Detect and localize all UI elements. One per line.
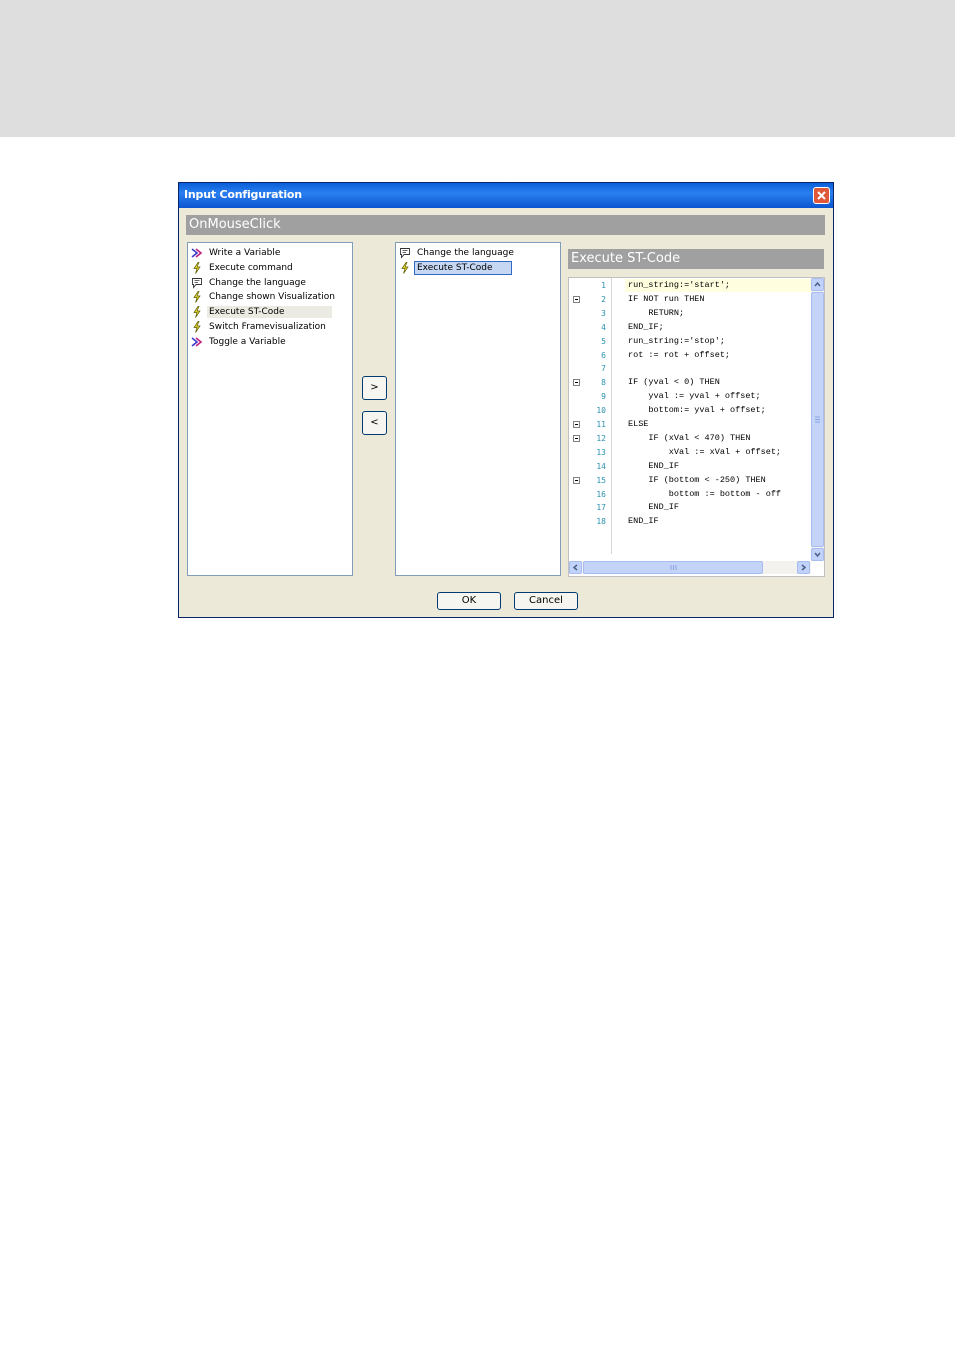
list-item-label: Change the language xyxy=(417,248,514,258)
fold-toggle-icon[interactable] xyxy=(573,295,580,303)
code-line: rot := rot + offset; xyxy=(628,349,731,360)
code-line: bottom:= yval + offset; xyxy=(628,405,766,416)
variable-arrow-icon xyxy=(191,247,203,259)
list-item-label: Change the language xyxy=(209,277,306,288)
page-header-band xyxy=(0,0,955,137)
code-line: run_string:='start'; xyxy=(628,280,731,290)
lightning-icon xyxy=(191,306,203,318)
fold-toggle-icon[interactable] xyxy=(573,379,580,387)
line-number: 3 xyxy=(601,308,606,318)
remove-action-button[interactable]: < xyxy=(362,411,387,435)
code-line: END_IF xyxy=(628,502,680,513)
code-line: END_IF xyxy=(628,516,659,527)
scroll-down-button[interactable] xyxy=(811,548,824,561)
code-line: IF NOT run THEN xyxy=(628,293,705,304)
line-number: 7 xyxy=(601,364,606,374)
line-number: 18 xyxy=(596,517,606,527)
line-number-gutter: 1 2 3 4 5 6 7 8 9 10 11 12 13 14 15 16 17 18 xyxy=(569,278,612,554)
speech-bubble-icon xyxy=(191,277,203,289)
fold-toggle-icon[interactable] xyxy=(573,476,580,484)
list-item-label: Toggle a Variable xyxy=(209,336,286,347)
line-number: 17 xyxy=(596,503,606,513)
line-number: 13 xyxy=(596,447,606,457)
chevron-down-icon xyxy=(814,552,821,558)
line-number: 5 xyxy=(601,336,606,346)
input-configuration-dialog: Input Configuration OnMouseClick Write a… xyxy=(178,182,834,618)
fold-toggle-icon[interactable] xyxy=(573,421,580,428)
grip-icon xyxy=(670,565,677,570)
vertical-scroll-thumb[interactable] xyxy=(811,292,824,547)
list-item-label: Write a Variable xyxy=(209,248,281,258)
fold-toggle-icon[interactable] xyxy=(573,434,580,442)
vertical-scrollbar[interactable] xyxy=(811,278,824,561)
scroll-up-button[interactable] xyxy=(811,278,824,291)
line-number: 4 xyxy=(601,322,606,332)
cancel-button[interactable]: Cancel xyxy=(514,592,578,610)
available-actions-list[interactable]: Write a Variable Execute command Change th… xyxy=(187,242,353,576)
code-line: yval := yval + offset; xyxy=(628,391,761,402)
dialog-title: Input Configuration xyxy=(184,188,302,201)
line-number: 1 xyxy=(601,281,606,290)
lightning-icon xyxy=(191,321,203,333)
code-line: END_IF; xyxy=(628,321,664,332)
scroll-right-button[interactable] xyxy=(797,561,810,574)
configured-actions-list[interactable]: Change the language Execute ST-Code xyxy=(395,242,561,576)
line-number: 16 xyxy=(596,489,606,499)
horizontal-scrollbar[interactable] xyxy=(569,561,811,574)
st-code-editor[interactable]: 1 2 3 4 5 6 7 8 9 10 11 12 13 14 15 16 17 18 run_string:=… xyxy=(568,277,825,577)
ok-button[interactable]: OK xyxy=(437,592,501,610)
close-icon xyxy=(817,191,826,200)
chevron-left-icon xyxy=(572,564,578,571)
chevron-right-icon xyxy=(801,564,807,571)
list-item-label: Change shown Visualization xyxy=(209,292,335,303)
line-number: 6 xyxy=(601,350,606,360)
code-area[interactable]: run_string:='start'; IF NOT run THEN RETU… xyxy=(611,278,811,554)
horizontal-scroll-thumb[interactable] xyxy=(583,561,763,574)
code-line: IF (xVal < 470) THEN xyxy=(628,432,751,443)
lightning-icon xyxy=(191,291,203,304)
code-line: RETURN; xyxy=(628,307,685,318)
speech-bubble-icon xyxy=(399,247,411,259)
close-button[interactable] xyxy=(813,187,830,204)
line-number: 9 xyxy=(601,392,606,402)
list-item-label: Execute ST-Code xyxy=(207,306,332,319)
chevron-up-icon xyxy=(814,281,821,287)
scroll-left-button[interactable] xyxy=(569,561,582,574)
event-header: OnMouseClick xyxy=(186,215,825,235)
code-line: xVal := xVal + offset; xyxy=(628,446,782,457)
list-item-label: Execute command xyxy=(209,262,293,273)
code-header: Execute ST-Code xyxy=(568,249,824,269)
add-action-button[interactable]: > xyxy=(362,376,387,400)
code-line: END_IF xyxy=(628,460,680,471)
line-number: 10 xyxy=(596,406,606,416)
code-line: bottom := bottom - off xyxy=(628,488,782,499)
list-item-label: Execute ST-Code xyxy=(414,260,512,275)
code-line: IF (bottom < -250) THEN xyxy=(628,474,766,485)
title-bar[interactable]: Input Configuration xyxy=(179,183,833,208)
line-number: 14 xyxy=(596,461,606,471)
code-line: IF (yval < 0) THEN xyxy=(628,377,720,388)
code-line: run_string:='stop'; xyxy=(628,335,725,346)
lightning-icon xyxy=(191,261,203,274)
list-item-label: Switch Framevisualization xyxy=(209,322,326,332)
code-line: ELSE xyxy=(628,419,649,429)
grip-icon xyxy=(815,416,820,423)
variable-arrow-icon xyxy=(191,336,203,348)
lightning-icon xyxy=(399,261,411,274)
